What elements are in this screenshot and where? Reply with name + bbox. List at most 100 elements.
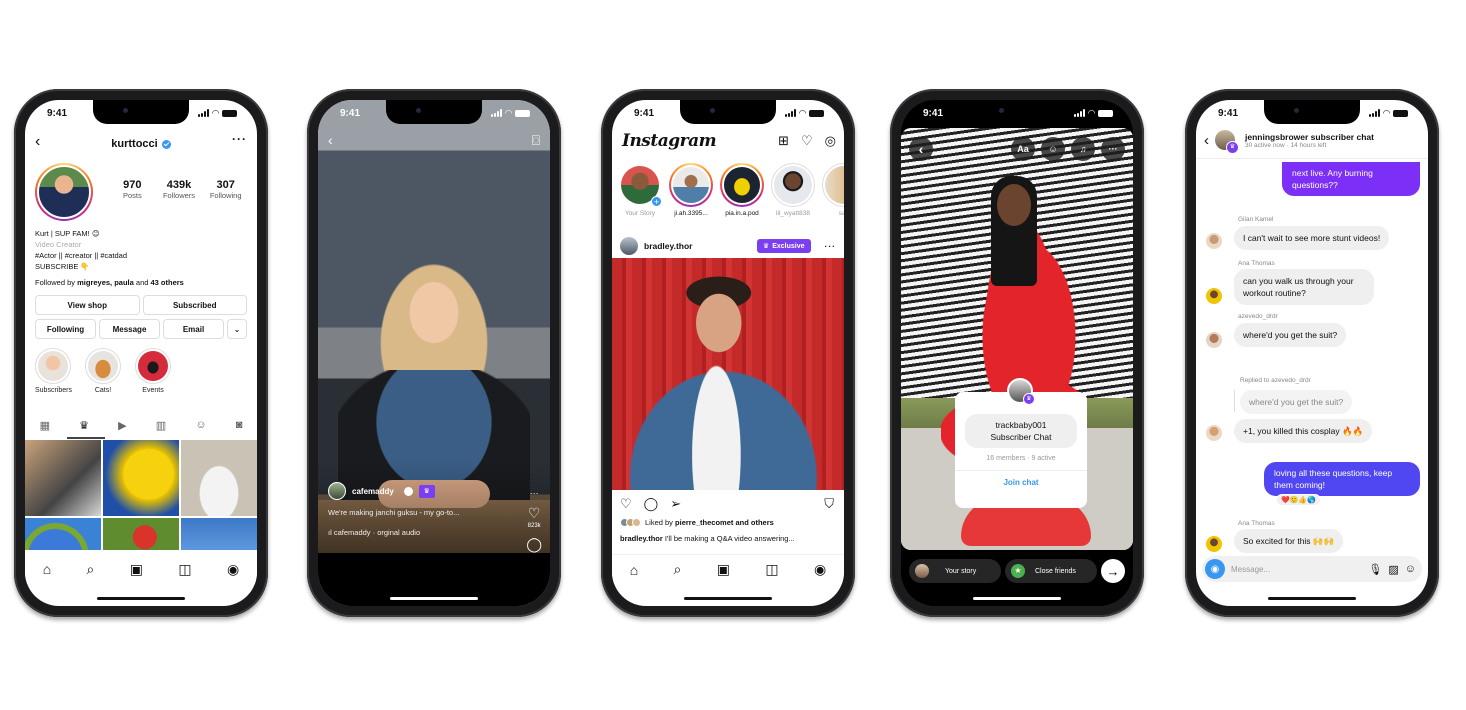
- bio-tags[interactable]: #Actor || #creator || #catdad: [35, 250, 250, 261]
- more-options-button[interactable]: ···: [232, 132, 247, 146]
- like-icon[interactable]: ♡: [528, 505, 541, 522]
- highlight-cats[interactable]: Cats!: [85, 348, 121, 394]
- stat-posts[interactable]: 970 Posts: [109, 179, 156, 200]
- comment-icon[interactable]: ◯: [644, 496, 659, 512]
- crown-icon[interactable]: ♛: [79, 419, 89, 432]
- reels-icon[interactable]: ▣: [717, 561, 730, 578]
- camera-icon[interactable]: ◉: [1205, 559, 1225, 579]
- your-story-button[interactable]: Your story: [909, 559, 1001, 583]
- back-button[interactable]: ‹: [909, 137, 933, 161]
- view-shop-button[interactable]: View shop: [35, 295, 140, 315]
- grid-icon[interactable]: ▦: [40, 419, 50, 432]
- sender-avatar[interactable]: [1206, 288, 1222, 304]
- stat-followers[interactable]: 439k Followers: [156, 179, 203, 200]
- message-incoming[interactable]: can you walk us through your workout rou…: [1234, 269, 1374, 305]
- sender-avatar[interactable]: [1206, 425, 1222, 441]
- quoted-message[interactable]: where'd you get the suit?: [1240, 390, 1353, 414]
- comment-icon[interactable]: ◯: [526, 536, 542, 553]
- chat-title[interactable]: jenningsbrower subscriber chat: [1245, 132, 1374, 142]
- gallery-icon[interactable]: ▨: [1388, 563, 1398, 576]
- back-button[interactable]: ‹: [328, 132, 333, 149]
- expand-button[interactable]: ⌄: [227, 319, 247, 339]
- back-button[interactable]: ‹: [1204, 132, 1209, 149]
- add-story-icon[interactable]: +: [651, 196, 662, 207]
- text-tool-button[interactable]: Aa: [1011, 137, 1035, 161]
- guide-icon[interactable]: ▥: [156, 419, 166, 432]
- add-post-icon[interactable]: ⊞: [778, 133, 789, 149]
- following-button[interactable]: Following: [35, 319, 96, 339]
- subscribed-button[interactable]: Subscribed: [142, 295, 247, 315]
- highlight-subscribers[interactable]: Subscribers: [35, 348, 72, 394]
- phone-feed: 9:41 ◠ Instagram ⊞ ♡ ◎ + Your Story ji.ah…: [601, 89, 855, 617]
- more-icon[interactable]: ···: [530, 488, 539, 498]
- post-more-icon[interactable]: ···: [825, 241, 837, 251]
- reels-icon[interactable]: ▶: [118, 419, 126, 432]
- join-chat-button[interactable]: Join chat: [955, 478, 1087, 487]
- highlight-label: Events: [142, 387, 164, 394]
- sender-avatar[interactable]: [1206, 536, 1222, 552]
- close-friends-button[interactable]: ★ Close friends: [1005, 559, 1097, 583]
- sender-avatar[interactable]: [1206, 332, 1222, 348]
- story-item[interactable]: lil_wyatt838: [771, 163, 815, 217]
- grid-post[interactable]: [25, 440, 101, 516]
- post-author[interactable]: bradley.thor: [644, 241, 693, 251]
- message-incoming[interactable]: So excited for this 🙌🙌: [1234, 529, 1344, 553]
- microphone-icon[interactable]: 🎙: [1368, 563, 1382, 576]
- email-button[interactable]: Email: [163, 319, 224, 339]
- reel-caption[interactable]: We're making janchi guksu - my go-to...: [328, 508, 459, 517]
- sender-avatar[interactable]: [1206, 233, 1222, 249]
- more-icon[interactable]: ···: [1101, 137, 1125, 161]
- camera-icon[interactable]: ⌼: [532, 132, 540, 149]
- grid-post[interactable]: [103, 518, 179, 550]
- chat-avatar[interactable]: ♛: [1215, 130, 1239, 154]
- post-caption[interactable]: bradley.thor I'll be making a Q&A video …: [620, 534, 795, 543]
- effects-icon[interactable]: ☺: [195, 419, 206, 431]
- home-icon[interactable]: ⌂: [43, 561, 51, 577]
- message-outgoing[interactable]: next live. Any burning questions??: [1282, 162, 1420, 196]
- message-incoming[interactable]: I can't wait to see more stunt videos!: [1234, 226, 1390, 250]
- message-input[interactable]: [1231, 564, 1363, 574]
- music-icon[interactable]: ♫: [1071, 137, 1095, 161]
- story-own[interactable]: + Your Story: [618, 163, 662, 217]
- share-icon[interactable]: ➢: [670, 496, 681, 512]
- message-button[interactable]: Message: [99, 319, 160, 339]
- grid-post[interactable]: [25, 518, 101, 550]
- subscriber-chat-sticker[interactable]: ♛ trackbaby001 Subscriber Chat 16 member…: [955, 378, 1087, 508]
- shop-icon[interactable]: ◫: [178, 561, 191, 578]
- grid-post[interactable]: [181, 518, 257, 550]
- profile-avatar[interactable]: [35, 163, 93, 221]
- sticker-icon[interactable]: ☺: [1041, 137, 1065, 161]
- reel-audio[interactable]: ıl cafemaddy · orginal audio: [328, 528, 420, 537]
- send-arrow-button[interactable]: →: [1101, 559, 1125, 583]
- post-likes[interactable]: Liked by pierre_thecomet and others: [620, 518, 774, 527]
- grid-post[interactable]: [181, 440, 257, 516]
- messenger-icon[interactable]: ◎: [825, 133, 836, 149]
- message-outgoing[interactable]: loving all these questions, keep them co…: [1264, 462, 1420, 496]
- home-icon[interactable]: ⌂: [630, 562, 638, 578]
- message-reactions[interactable]: ❤️🙂👍🌎: [1276, 494, 1321, 506]
- grid-post[interactable]: [103, 440, 179, 516]
- message-incoming[interactable]: where'd you get the suit?: [1234, 323, 1347, 347]
- post-author-avatar[interactable]: [620, 237, 638, 255]
- sticker-icon[interactable]: ☺: [1405, 563, 1416, 575]
- reels-icon[interactable]: ▣: [130, 561, 143, 578]
- story-item[interactable]: pia.in.a.pod: [720, 163, 764, 217]
- search-icon[interactable]: ⌕: [87, 561, 95, 578]
- shop-icon[interactable]: ◫: [765, 561, 778, 578]
- bookmark-icon[interactable]: ⛉: [824, 496, 834, 512]
- message-incoming[interactable]: +1, you killed this cosplay 🔥🔥: [1234, 419, 1373, 443]
- followed-by[interactable]: Followed by migreyes, paula and 43 other…: [35, 278, 184, 287]
- tagged-icon[interactable]: ◙: [236, 419, 243, 431]
- reel-author[interactable]: cafemaddy ♛: [328, 482, 435, 500]
- stat-following[interactable]: 307 Following: [202, 179, 249, 200]
- profile-icon[interactable]: ◉: [814, 561, 826, 578]
- profile-icon[interactable]: ◉: [227, 561, 239, 578]
- highlight-events[interactable]: Events: [135, 348, 171, 394]
- story-item[interactable]: sap: [822, 163, 844, 217]
- post-image[interactable]: [612, 258, 844, 490]
- like-icon[interactable]: ♡: [620, 496, 632, 512]
- search-icon[interactable]: ⌕: [674, 561, 682, 578]
- reel-author-avatar: [328, 482, 346, 500]
- activity-heart-icon[interactable]: ♡: [801, 133, 813, 149]
- story-item[interactable]: ji.ah.3395...: [669, 163, 713, 217]
